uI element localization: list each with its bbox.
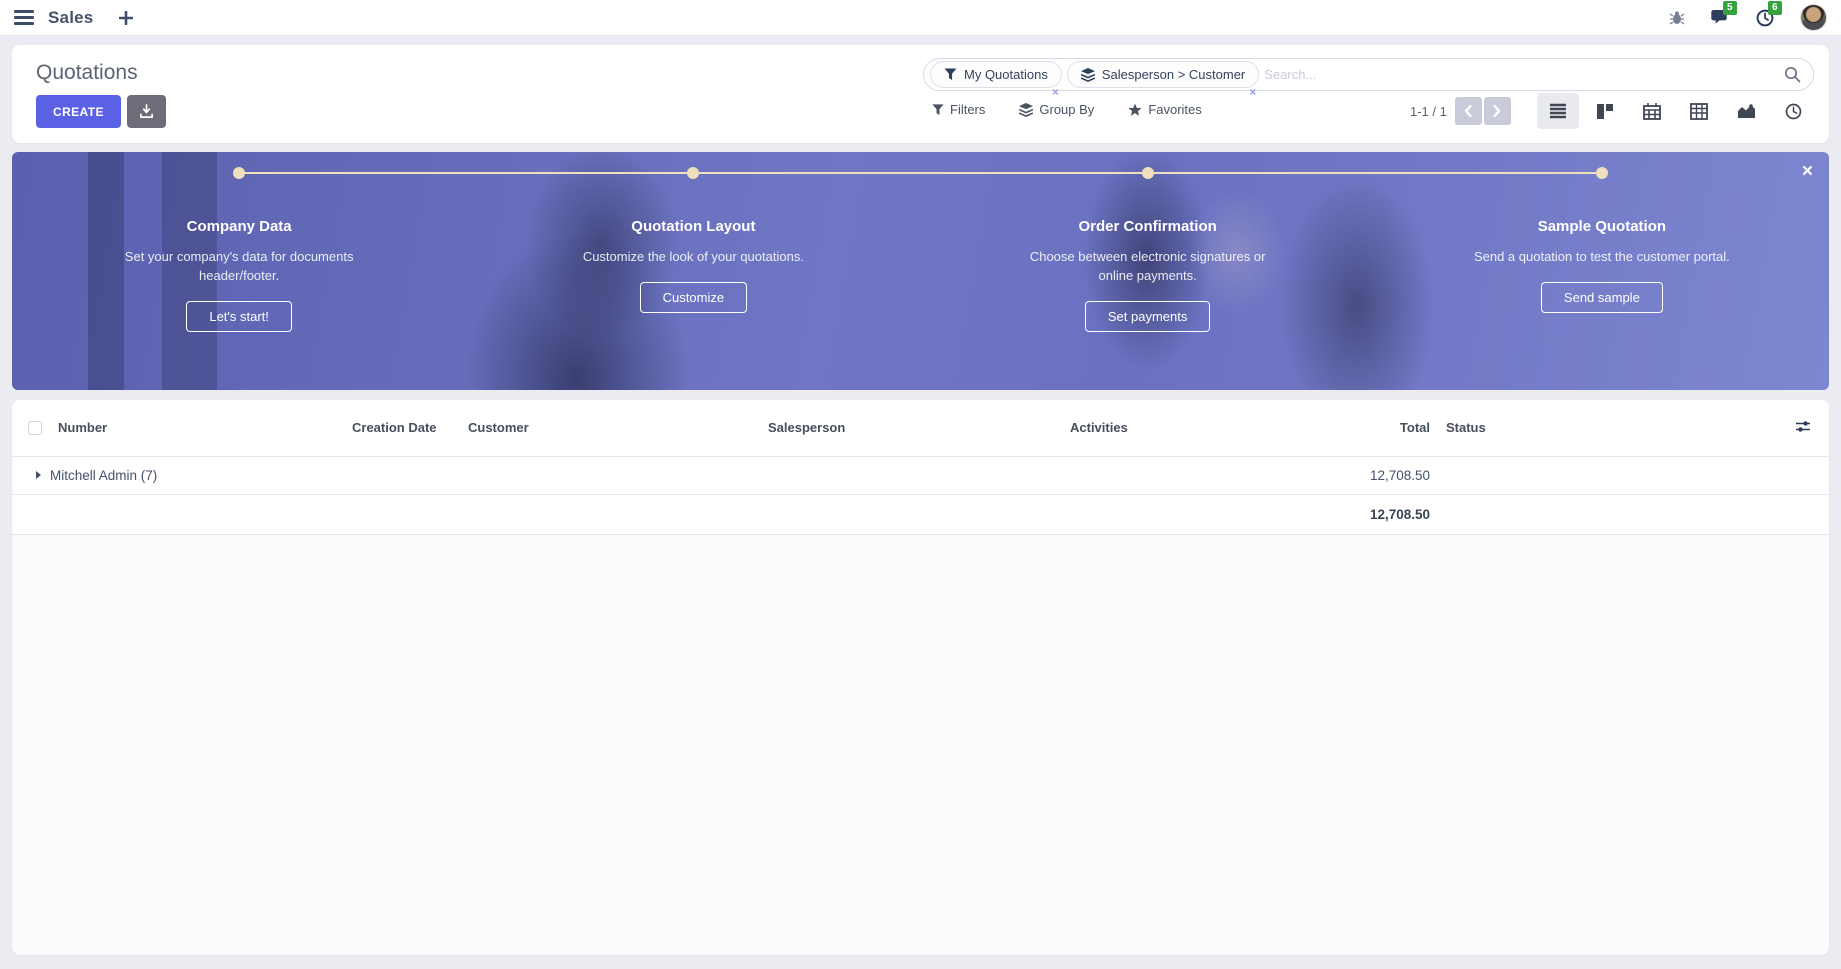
calendar-view-button[interactable] <box>1631 93 1673 129</box>
onboarding-banner: × Company Data Set your company's data f… <box>12 152 1829 390</box>
column-header-creation-date[interactable]: Creation Date <box>346 400 462 456</box>
control-panel: Quotations My Quotations × Salesperson >… <box>12 45 1829 143</box>
quotations-table: Number Creation Date Customer Salesperso… <box>12 400 1829 535</box>
messages-count-badge: 5 <box>1723 1 1737 15</box>
pager: 1-1 / 1 <box>1410 97 1511 125</box>
facet-label: Salesperson > Customer <box>1102 67 1245 82</box>
activities-clock-icon[interactable]: 6 <box>1756 9 1774 27</box>
group-by-menu[interactable]: Group By <box>1019 102 1094 117</box>
pager-previous-button[interactable] <box>1455 97 1482 125</box>
star-icon <box>1128 103 1142 117</box>
column-header-customer[interactable]: Customer <box>462 400 762 456</box>
kanban-view-button[interactable] <box>1584 93 1626 129</box>
column-header-number[interactable]: Number <box>52 400 346 456</box>
set-payments-button[interactable]: Set payments <box>1085 301 1211 332</box>
customize-button[interactable]: Customize <box>640 282 747 313</box>
app-name[interactable]: Sales <box>48 8 93 28</box>
group-by-label: Group By <box>1039 102 1094 117</box>
remove-facet-icon[interactable]: × <box>1249 85 1256 99</box>
search-facet-my-quotations[interactable]: My Quotations × <box>930 61 1062 88</box>
column-header-salesperson[interactable]: Salesperson <box>762 400 1064 456</box>
step-dot <box>1596 167 1608 179</box>
column-header-activities[interactable]: Activities <box>1064 400 1288 456</box>
footer-total: 12,708.50 <box>1288 494 1440 534</box>
plus-icon[interactable] <box>119 11 133 25</box>
select-all-checkbox[interactable] <box>28 421 42 435</box>
onboarding-step-company-data: Company Data Set your company's data for… <box>12 152 466 390</box>
search-bar[interactable]: My Quotations × Salesperson > Customer × <box>923 58 1814 91</box>
step-title: Order Confirmation <box>1078 218 1216 235</box>
export-button[interactable] <box>127 95 166 128</box>
step-dot <box>687 167 699 179</box>
step-dot <box>233 167 245 179</box>
filters-menu[interactable]: Filters <box>932 102 985 117</box>
table-header-row: Number Creation Date Customer Salesperso… <box>12 400 1829 456</box>
step-description: Send a quotation to test the customer po… <box>1474 247 1730 266</box>
messages-icon[interactable]: 5 <box>1711 9 1730 26</box>
calendar-view-icon <box>1643 103 1661 120</box>
column-header-total[interactable]: Total <box>1288 400 1440 456</box>
list-view-icon <box>1549 103 1567 119</box>
filter-icon <box>932 104 944 116</box>
facet-label: My Quotations <box>964 67 1048 82</box>
step-description: Choose between electronic signatures or … <box>1013 247 1283 285</box>
search-icon[interactable] <box>1784 66 1801 83</box>
apps-menu-icon[interactable] <box>14 7 34 28</box>
quotations-list: Number Creation Date Customer Salesperso… <box>12 400 1829 955</box>
graph-view-icon <box>1737 103 1756 119</box>
lets-start-button[interactable]: Let's start! <box>186 301 292 332</box>
search-facet-groupby[interactable]: Salesperson > Customer × <box>1067 61 1259 88</box>
filter-icon <box>944 68 957 81</box>
optional-columns-icon[interactable] <box>1795 420 1811 433</box>
expand-caret-icon[interactable] <box>36 471 41 479</box>
table-footer-row: 12,708.50 <box>12 494 1829 534</box>
create-button[interactable]: CREATE <box>36 95 121 128</box>
page-title: Quotations <box>36 61 138 85</box>
layers-icon <box>1019 103 1033 117</box>
onboarding-step-sample-quotation: Sample Quotation Send a quotation to tes… <box>1375 152 1829 390</box>
group-label: Mitchell Admin (7) <box>50 468 157 483</box>
onboarding-step-quotation-layout: Quotation Layout Customize the look of y… <box>466 152 920 390</box>
user-avatar[interactable] <box>1800 4 1827 31</box>
pager-range: 1-1 / 1 <box>1410 104 1447 119</box>
group-row-mitchell-admin[interactable]: Mitchell Admin (7) 12,708.50 <box>12 456 1829 494</box>
debug-bug-icon[interactable] <box>1669 10 1685 26</box>
pivot-view-icon <box>1690 103 1708 120</box>
chevron-right-icon <box>1492 104 1502 118</box>
action-buttons: CREATE <box>36 95 166 128</box>
activities-count-badge: 6 <box>1768 1 1782 15</box>
view-switcher <box>1537 93 1814 129</box>
list-view-button[interactable] <box>1537 93 1579 129</box>
step-dot <box>1142 167 1154 179</box>
pivot-view-button[interactable] <box>1678 93 1720 129</box>
activity-view-button[interactable] <box>1772 93 1814 129</box>
kanban-view-icon <box>1596 103 1614 120</box>
step-description: Set your company's data for documents he… <box>104 247 374 285</box>
chevron-left-icon <box>1463 104 1473 118</box>
send-sample-button[interactable]: Send sample <box>1541 282 1663 313</box>
top-navbar: Sales 5 6 <box>0 0 1841 36</box>
column-header-status[interactable]: Status <box>1440 400 1777 456</box>
step-title: Quotation Layout <box>631 218 755 235</box>
step-title: Sample Quotation <box>1538 218 1666 235</box>
layers-icon <box>1081 68 1095 82</box>
step-title: Company Data <box>187 218 292 235</box>
graph-view-button[interactable] <box>1725 93 1767 129</box>
favorites-menu[interactable]: Favorites <box>1128 102 1201 117</box>
group-total: 12,708.50 <box>1288 456 1440 494</box>
remove-facet-icon[interactable]: × <box>1052 85 1059 99</box>
filters-label: Filters <box>950 102 985 117</box>
search-input[interactable] <box>1264 67 1784 82</box>
favorites-label: Favorites <box>1148 102 1201 117</box>
search-options: Filters Group By Favorites <box>932 102 1202 117</box>
pager-next-button[interactable] <box>1484 97 1511 125</box>
activity-view-icon <box>1785 103 1802 120</box>
onboarding-step-order-confirmation: Order Confirmation Choose between electr… <box>921 152 1375 390</box>
step-description: Customize the look of your quotations. <box>583 247 804 266</box>
download-icon <box>139 104 154 119</box>
